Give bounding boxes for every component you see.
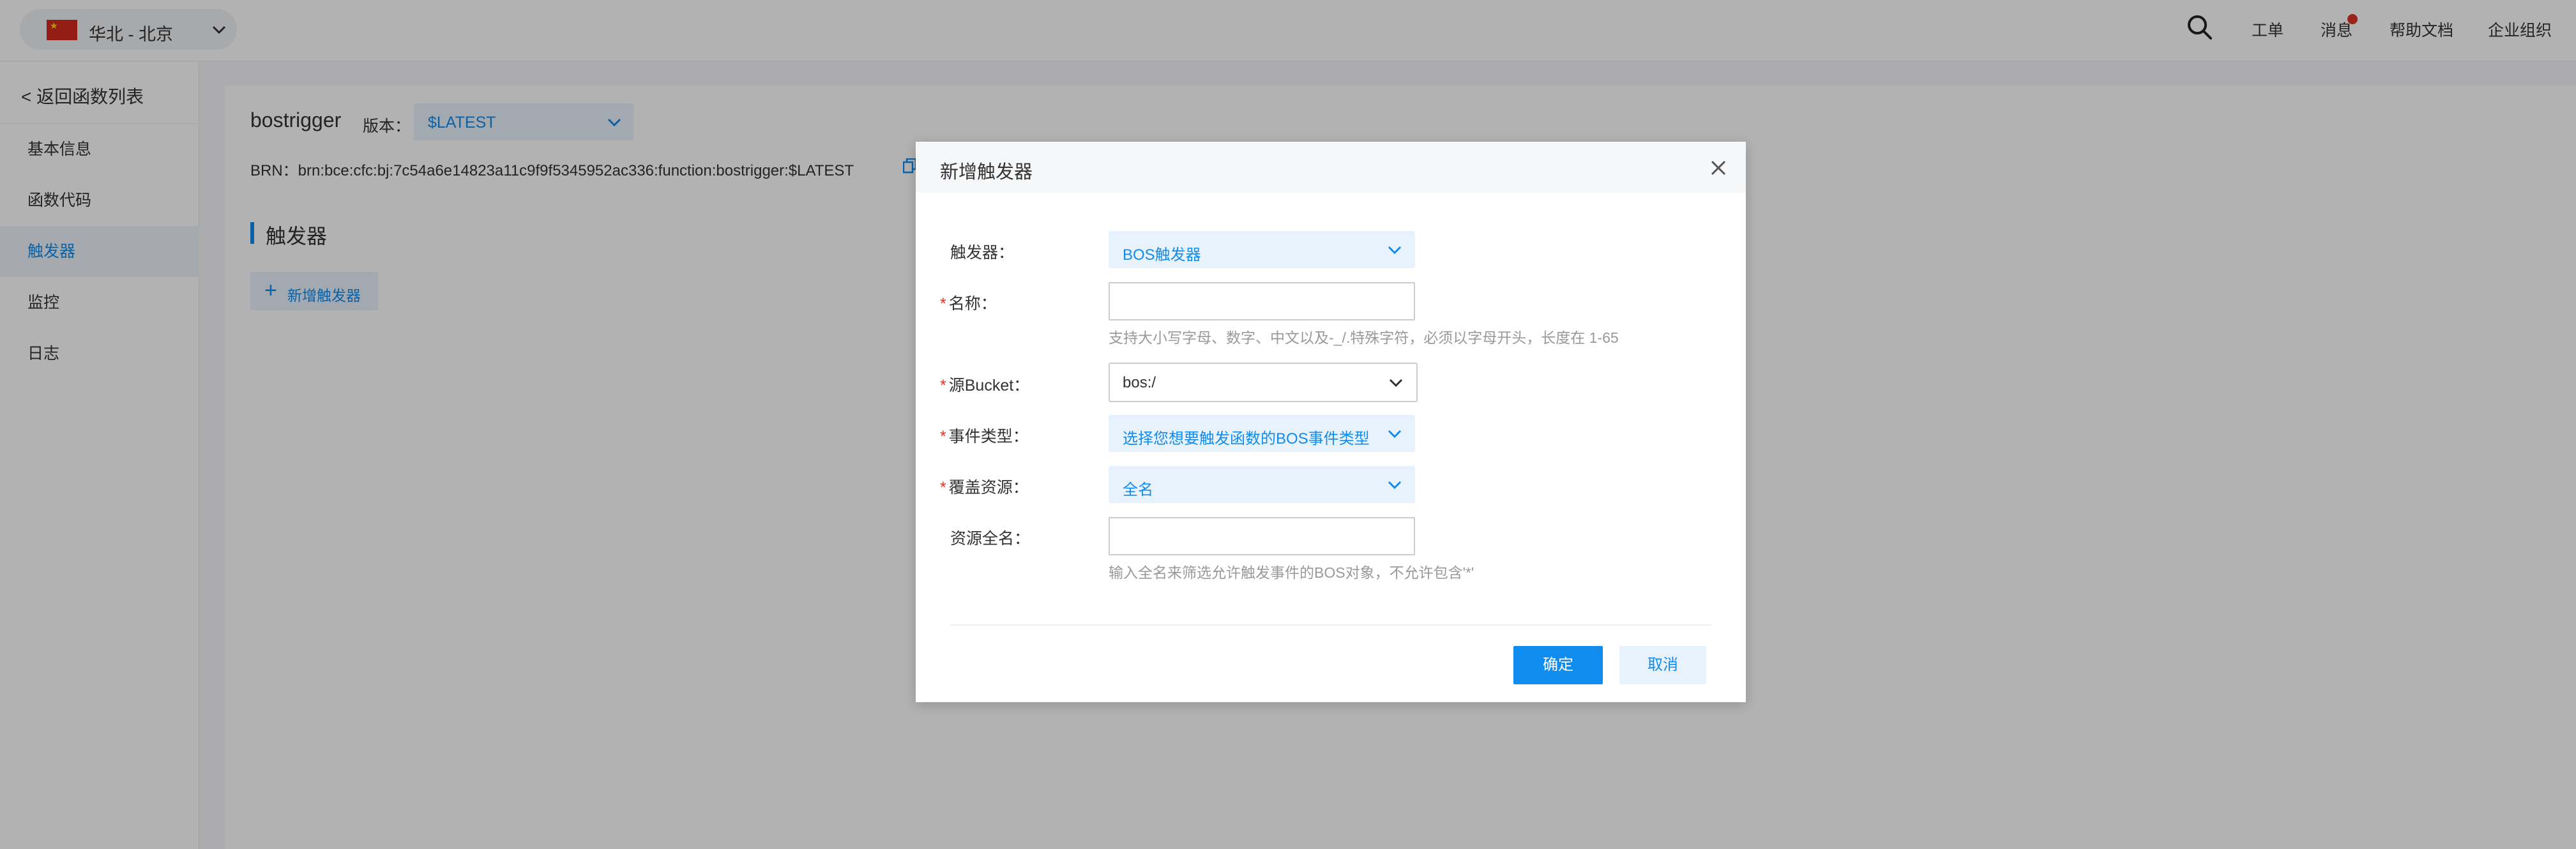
resource-name-hint: 输入全名来筛选允许触发事件的BOS对象，不允许包含'*' [1109,564,1474,581]
trigger-type-select[interactable]: BOS触发器 [1109,231,1415,268]
dialog-divider [950,624,1711,626]
cancel-button[interactable]: 取消 [1619,646,1706,684]
name-hint: 支持大小写字母、数字、中文以及-_/.特殊字符，必须以字母开头，长度在 1-65 [1109,329,1619,346]
confirm-button[interactable]: 确定 [1513,646,1603,684]
dialog-header: 新增触发器 [916,142,1746,193]
resource-name-input[interactable] [1109,517,1415,555]
event-type-label: * 事件类型： [940,428,1029,446]
bucket-value: bos:/ [1123,374,1156,391]
resource-label: * 覆盖资源： [940,479,1029,497]
close-icon[interactable] [1709,158,1728,177]
app-root: ★ 华北 - 北京 工单 消息 帮助文档 企业组织 < 返回函数列表 基本信息 … [0,0,2576,849]
trigger-type-value: BOS触发器 [1123,246,1201,264]
chevron-down-icon [1388,481,1402,490]
chevron-down-icon [1389,379,1403,387]
resource-select[interactable]: 全名 [1109,466,1415,503]
bucket-label: * 源Bucket： [940,377,1030,394]
event-type-select[interactable]: 选择您想要触发函数的BOS事件类型 [1109,415,1415,452]
resource-value: 全名 [1123,481,1153,499]
name-label: * 名称： [940,295,997,313]
bucket-select[interactable]: bos:/ [1109,363,1418,402]
chevron-down-icon [1388,246,1402,255]
chevron-down-icon [1388,430,1402,439]
name-input[interactable] [1109,282,1415,320]
add-trigger-dialog: 新增触发器 触发器： BOS触发器 * 名称： 支持大小写字母、数字、中文以及-_… [916,142,1746,702]
trigger-type-label: 触发器： [950,244,1015,262]
dialog-title: 新增触发器 [940,162,1033,183]
resource-name-label: 资源全名： [950,530,1031,548]
event-type-value: 选择您想要触发函数的BOS事件类型 [1123,430,1370,447]
